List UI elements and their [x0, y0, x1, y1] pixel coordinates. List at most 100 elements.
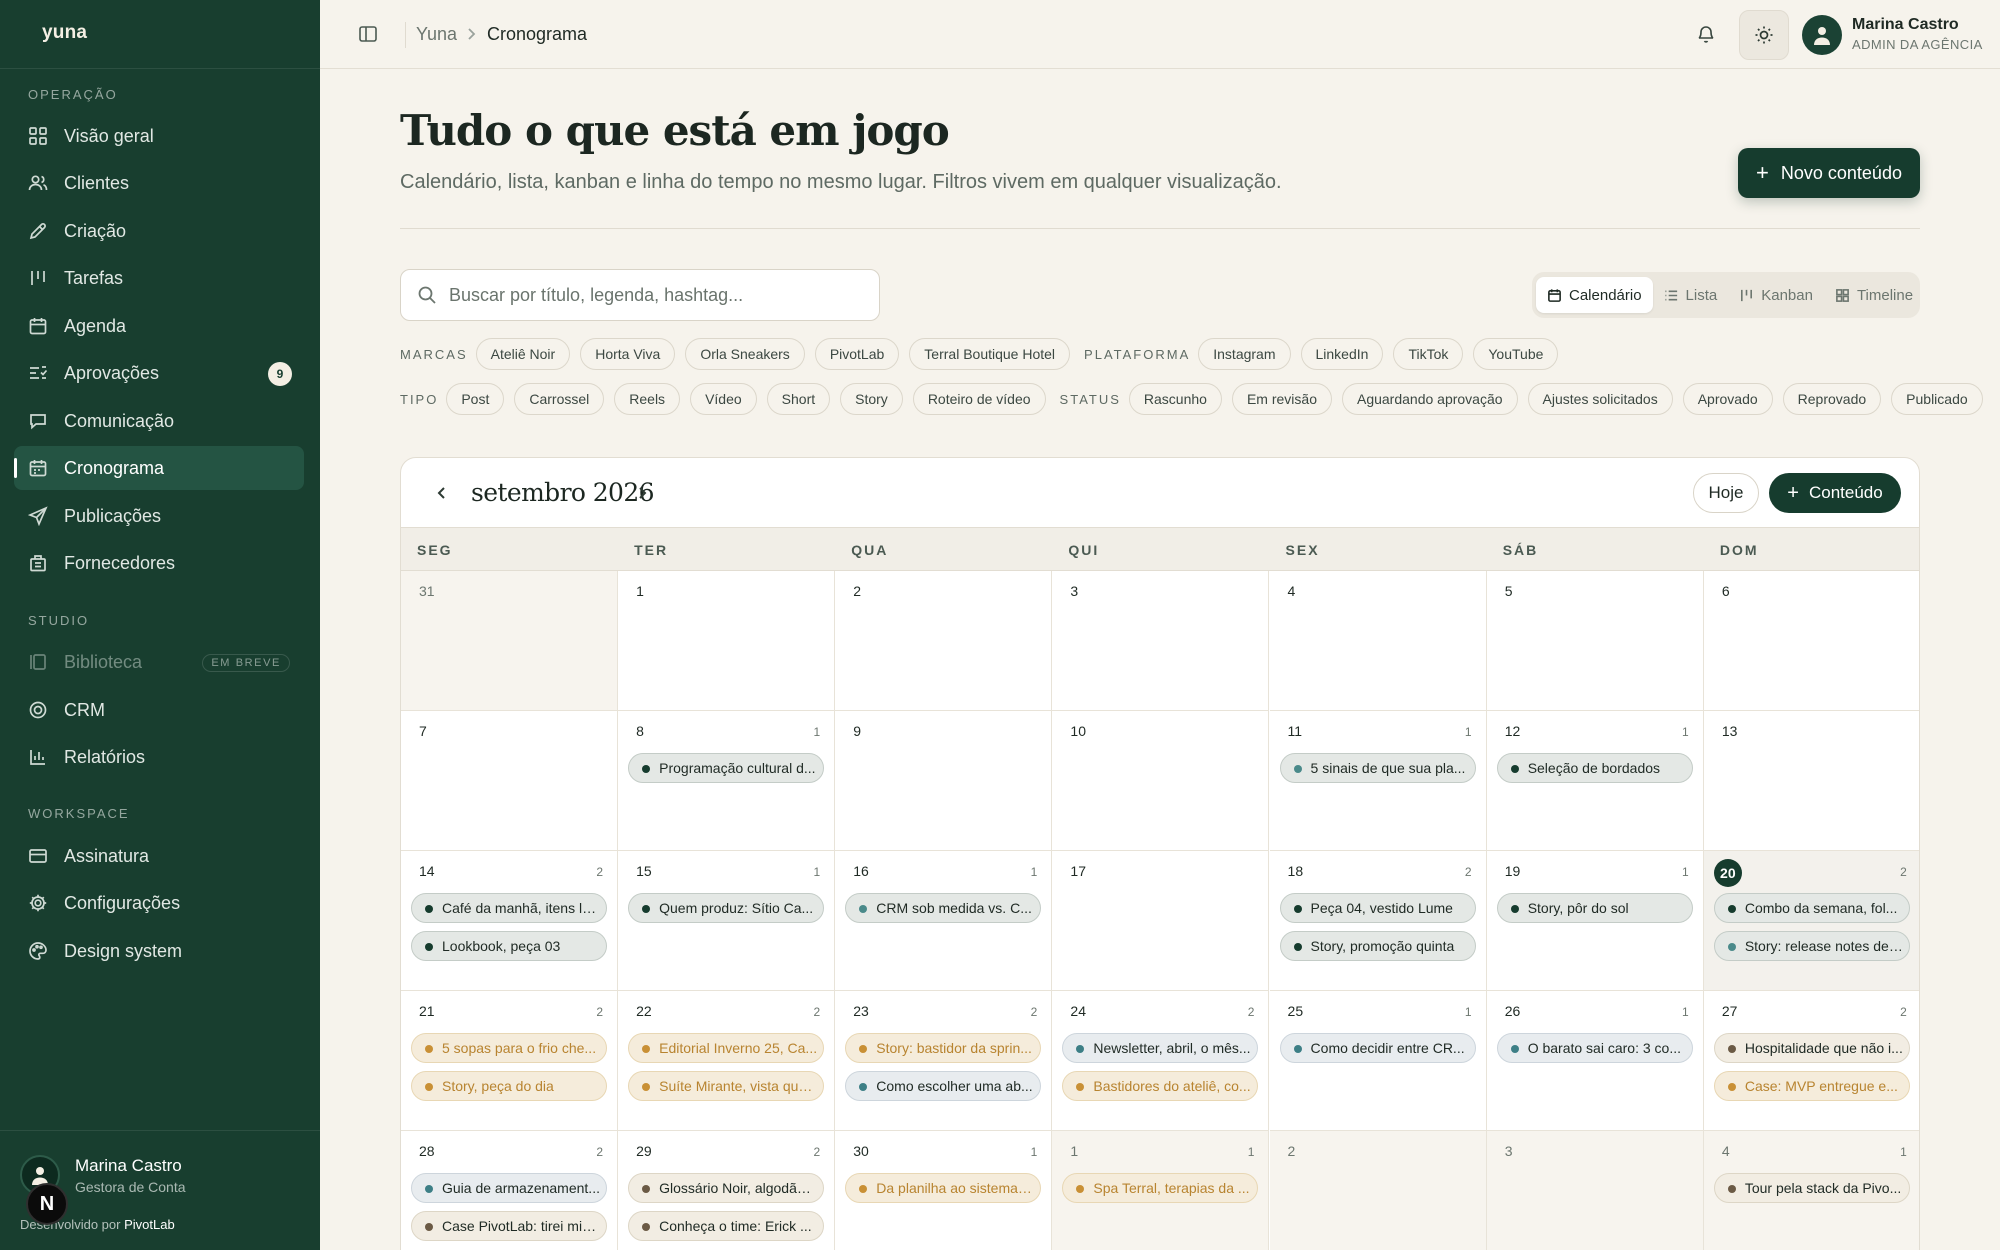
- today-button[interactable]: Hoje: [1693, 473, 1759, 513]
- calendar-day-cell[interactable]: 12 1 Seleção de bordados: [1486, 711, 1704, 851]
- sidebar-item-crm[interactable]: CRM: [14, 688, 304, 732]
- calendar-event-pill[interactable]: Case: MVP entregue e...: [1713, 1071, 1910, 1101]
- calendar-event-pill[interactable]: Seleção de bordados: [1496, 753, 1693, 783]
- calendar-event-pill[interactable]: Quem produz: Sítio Ca...: [628, 893, 825, 923]
- calendar-day-cell[interactable]: 4 1 Tour pela stack da Pivo...: [1703, 1131, 1919, 1250]
- chevron-right-icon[interactable]: [633, 484, 651, 502]
- calendar-event-pill[interactable]: 5 sinais de que sua pla...: [1279, 753, 1476, 783]
- calendar-day-cell[interactable]: 17: [1052, 851, 1270, 991]
- filter-chip-marca[interactable]: PivotLab: [814, 338, 900, 370]
- calendar-day-cell[interactable]: 15 1 Quem produz: Sítio Ca...: [618, 851, 836, 991]
- filter-chip-tipo[interactable]: Post: [446, 383, 505, 415]
- calendar-day-cell[interactable]: 11 1 5 sinais de que sua pla...: [1269, 711, 1487, 851]
- calendar-event-pill[interactable]: Combo da semana, fol...: [1713, 893, 1910, 923]
- view-tab-kanban[interactable]: Kanban: [1728, 277, 1824, 313]
- filter-chip-tipo[interactable]: Short: [766, 383, 831, 415]
- sidebar-item-design-system[interactable]: Design system: [14, 929, 304, 973]
- credit-brand[interactable]: PivotLab: [124, 1217, 175, 1232]
- filter-chip-tipo[interactable]: Story: [840, 383, 903, 415]
- calendar-event-pill[interactable]: Como escolher uma ab...: [845, 1071, 1042, 1101]
- calendar-day-cell[interactable]: 13: [1703, 711, 1919, 851]
- calendar-event-pill[interactable]: Newsletter, abril, o mês...: [1062, 1033, 1259, 1063]
- calendar-day-cell[interactable]: 4: [1269, 571, 1487, 711]
- new-content-button[interactable]: + Novo conteúdo: [1738, 148, 1920, 198]
- filter-chip-marca[interactable]: Terral Boutique Hotel: [909, 338, 1071, 370]
- sidebar-item-cronograma[interactable]: Cronograma: [14, 446, 304, 490]
- search-input[interactable]: [449, 284, 849, 306]
- calendar-event-pill[interactable]: Lookbook, peça 03: [411, 931, 607, 961]
- avatar[interactable]: [1802, 15, 1842, 55]
- add-content-button[interactable]: + Conteúdo: [1769, 473, 1901, 513]
- calendar-day-cell[interactable]: 23 2 Story: bastidor da sprin... Como escol…: [835, 991, 1053, 1131]
- calendar-event-pill[interactable]: Hospitalidade que não i...: [1713, 1033, 1910, 1063]
- filter-chip-status[interactable]: Aprovado: [1682, 383, 1773, 415]
- calendar-day-cell[interactable]: 3: [1486, 1131, 1704, 1250]
- calendar-day-cell[interactable]: 18 2 Peça 04, vestido Lume Story, promoção …: [1269, 851, 1487, 991]
- filter-chip-status[interactable]: Reprovado: [1782, 383, 1882, 415]
- calendar-event-pill[interactable]: Story, promoção quinta: [1279, 931, 1476, 961]
- view-tab-lista[interactable]: Lista: [1653, 277, 1729, 313]
- sidebar-item-visao-geral[interactable]: Visão geral: [14, 114, 304, 158]
- sidebar-item-aprovacoes[interactable]: Aprovações 9: [14, 351, 304, 395]
- topbar-user-name[interactable]: Marina Castro: [1852, 16, 1959, 34]
- bell-icon[interactable]: [1696, 24, 1716, 44]
- sidebar-item-fornecedores[interactable]: Fornecedores: [14, 541, 304, 585]
- sidebar-item-agenda[interactable]: Agenda: [14, 304, 304, 348]
- sidebar-item-clientes[interactable]: Clientes: [14, 161, 304, 205]
- calendar-day-cell[interactable]: 14 2 Café da manhã, itens lo... Lookbook, p…: [401, 851, 618, 991]
- calendar-day-cell[interactable]: 2: [835, 571, 1053, 711]
- filter-chip-plataforma[interactable]: YouTube: [1473, 338, 1559, 370]
- calendar-day-cell[interactable]: 3: [1052, 571, 1270, 711]
- filter-chip-tipo[interactable]: Vídeo: [690, 383, 757, 415]
- calendar-event-pill[interactable]: Programação cultural d...: [628, 753, 825, 783]
- calendar-day-cell[interactable]: 6: [1703, 571, 1919, 711]
- filter-chip-status[interactable]: Aguardando aprovação: [1341, 383, 1518, 415]
- calendar-event-pill[interactable]: Café da manhã, itens lo...: [411, 893, 607, 923]
- sidebar-item-assinatura[interactable]: Assinatura: [14, 834, 304, 878]
- calendar-event-pill[interactable]: Como decidir entre CR...: [1279, 1033, 1476, 1063]
- filter-chip-marca[interactable]: Horta Viva: [580, 338, 676, 370]
- calendar-event-pill[interactable]: Guia de armazenament...: [411, 1173, 607, 1203]
- view-tab-timeline[interactable]: Timeline: [1824, 277, 1924, 313]
- calendar-day-cell[interactable]: 26 1 O barato sai caro: 3 co...: [1486, 991, 1704, 1131]
- calendar-day-cell[interactable]: 22 2 Editorial Inverno 25, Ca... Suíte Mira…: [618, 991, 836, 1131]
- filter-chip-tipo[interactable]: Carrossel: [514, 383, 605, 415]
- calendar-day-cell[interactable]: 10: [1052, 711, 1270, 851]
- view-tab-calendario[interactable]: Calendário: [1536, 277, 1653, 313]
- calendar-day-cell[interactable]: 7: [401, 711, 618, 851]
- calendar-day-cell[interactable]: 31: [401, 571, 618, 711]
- calendar-day-cell[interactable]: 2: [1269, 1131, 1487, 1250]
- calendar-day-cell[interactable]: 21 2 5 sopas para o frio che... Story, peça…: [401, 991, 618, 1131]
- calendar-event-pill[interactable]: Bastidores do ateliê, co...: [1062, 1071, 1259, 1101]
- sidebar-item-relatorios[interactable]: Relatórios: [14, 735, 304, 779]
- filter-chip-plataforma[interactable]: LinkedIn: [1300, 338, 1384, 370]
- calendar-event-pill[interactable]: Story, peça do dia: [411, 1071, 607, 1101]
- calendar-event-pill[interactable]: Peça 04, vestido Lume: [1279, 893, 1476, 923]
- calendar-day-cell[interactable]: 9: [835, 711, 1053, 851]
- calendar-day-cell[interactable]: 25 1 Como decidir entre CR...: [1269, 991, 1487, 1131]
- breadcrumb-root[interactable]: Yuna: [416, 24, 457, 45]
- sidebar-item-configuracoes[interactable]: Configurações: [14, 881, 304, 925]
- assistant-launcher-button[interactable]: N: [26, 1183, 68, 1225]
- calendar-day-cell[interactable]: 1: [618, 571, 836, 711]
- calendar-day-cell[interactable]: 1 1 Spa Terral, terapias da ...: [1052, 1131, 1270, 1250]
- calendar-day-cell[interactable]: 24 2 Newsletter, abril, o mês... Bastidores…: [1052, 991, 1270, 1131]
- theme-toggle-button[interactable]: [1739, 10, 1789, 60]
- filter-chip-status[interactable]: Em revisão: [1231, 383, 1332, 415]
- sidebar-toggle-icon[interactable]: [358, 24, 378, 44]
- calendar-day-cell[interactable]: 27 2 Hospitalidade que não i... Case: MVP e…: [1703, 991, 1919, 1131]
- calendar-event-pill[interactable]: Editorial Inverno 25, Ca...: [628, 1033, 825, 1063]
- calendar-day-cell[interactable]: 5: [1486, 571, 1704, 711]
- calendar-day-cell[interactable]: 16 1 CRM sob medida vs. C...: [835, 851, 1053, 991]
- filter-chip-status[interactable]: Publicado: [1891, 383, 1983, 415]
- calendar-day-cell[interactable]: 28 2 Guia de armazenament... Case PivotLab:…: [401, 1131, 618, 1250]
- calendar-event-pill[interactable]: CRM sob medida vs. C...: [845, 893, 1042, 923]
- calendar-event-pill[interactable]: Conheça o time: Erick ...: [628, 1211, 825, 1241]
- sidebar-item-criacao[interactable]: Criação: [14, 209, 304, 253]
- calendar-event-pill[interactable]: Story: release notes de ...: [1713, 931, 1910, 961]
- app-logo[interactable]: yuna: [42, 22, 87, 44]
- calendar-day-cell[interactable]: 19 1 Story, pôr do sol: [1486, 851, 1704, 991]
- calendar-event-pill[interactable]: Story: bastidor da sprin...: [845, 1033, 1042, 1063]
- calendar-event-pill[interactable]: Glossário Noir, algodão ...: [628, 1173, 825, 1203]
- calendar-event-pill[interactable]: Spa Terral, terapias da ...: [1062, 1173, 1259, 1203]
